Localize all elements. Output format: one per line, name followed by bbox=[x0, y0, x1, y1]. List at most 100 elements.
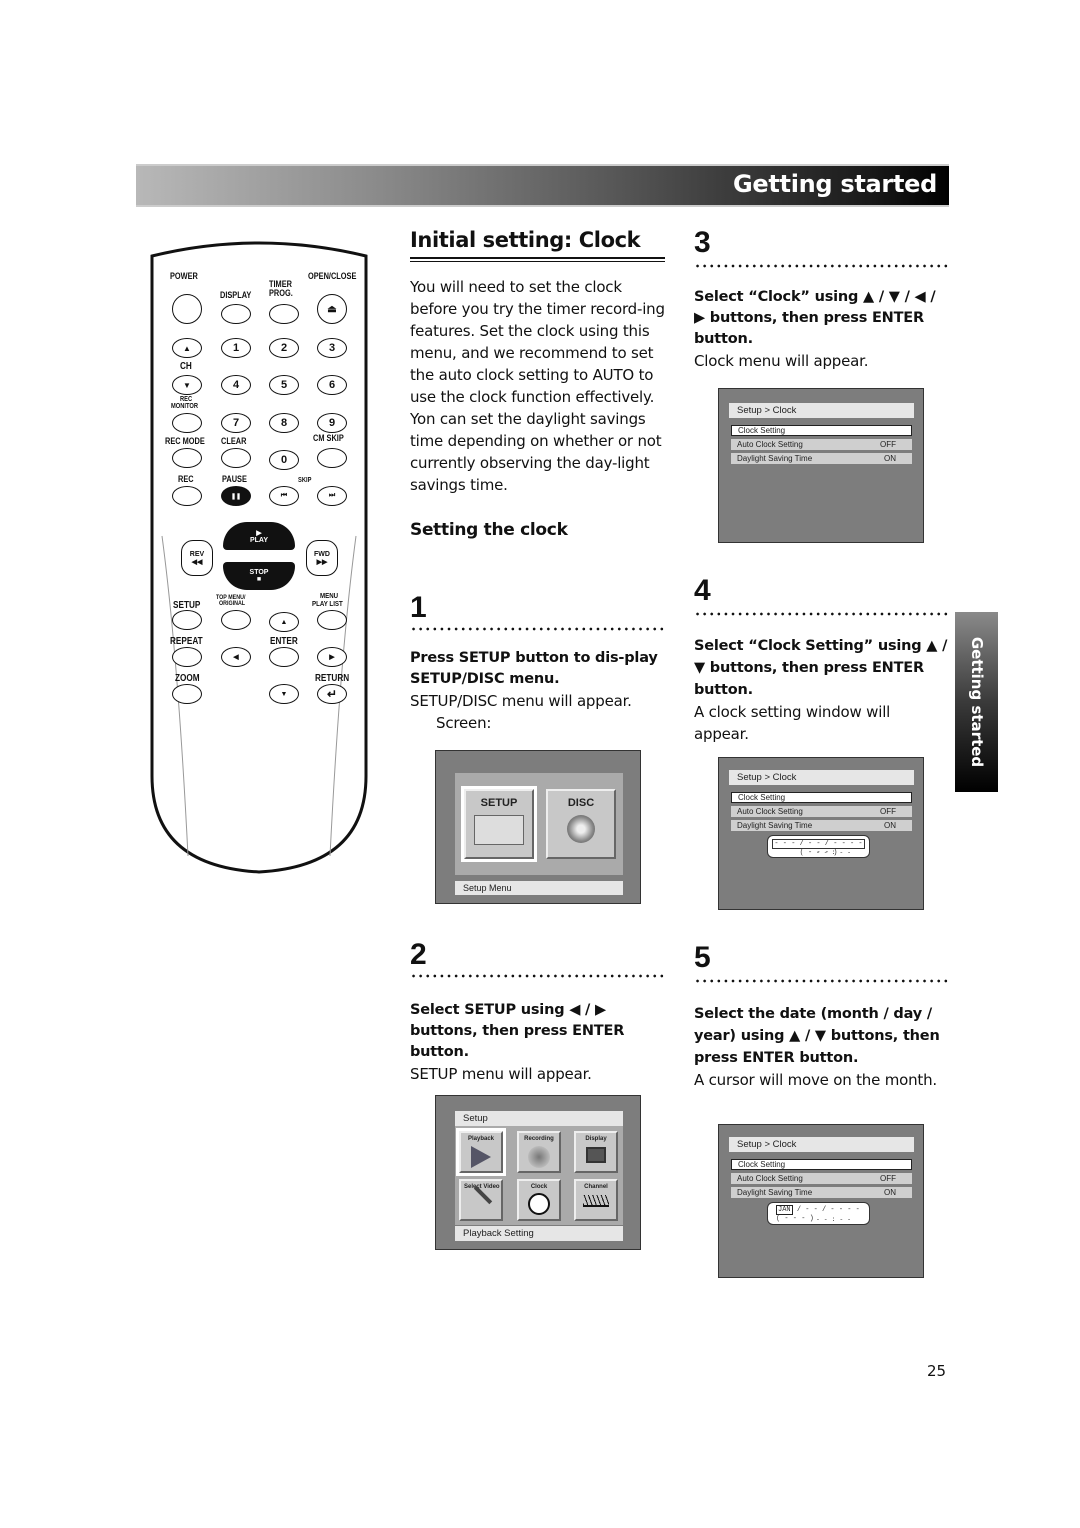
nav-down-button[interactable]: ▼ bbox=[269, 684, 299, 704]
timer-prog-button[interactable] bbox=[269, 304, 299, 324]
disc-tile-label: DISC bbox=[567, 797, 595, 809]
stop-label: STOP bbox=[249, 569, 269, 576]
rewind-icon: ◀◀ bbox=[191, 558, 203, 566]
zoom-button[interactable] bbox=[172, 684, 202, 704]
screen-footer: Setup Menu bbox=[455, 881, 623, 895]
stop-icon: ■ bbox=[256, 576, 262, 583]
menu-row-clock-setting[interactable]: Clock Setting bbox=[731, 792, 912, 803]
stop-button[interactable]: STOP ■ bbox=[223, 562, 295, 590]
play-button[interactable]: ▶ PLAY bbox=[223, 522, 295, 550]
channel-tile[interactable]: Channel bbox=[574, 1179, 618, 1221]
label-timer-prog: TIMER PROG. bbox=[269, 279, 293, 298]
antenna-icon bbox=[583, 1195, 609, 1207]
digit-8-button[interactable]: 8 bbox=[269, 413, 299, 433]
display-tile[interactable]: Display bbox=[574, 1131, 618, 1173]
clock-tile[interactable]: Clock bbox=[517, 1179, 561, 1221]
menu-play-list-button[interactable] bbox=[317, 610, 347, 630]
digit-3-button[interactable]: 3 bbox=[317, 338, 347, 358]
menu-row-daylight-saving[interactable]: Daylight Saving Time ON bbox=[731, 820, 912, 831]
row-label: Auto Clock Setting bbox=[737, 440, 803, 449]
dotted-divider bbox=[694, 612, 949, 616]
menu-row-clock-setting[interactable]: Clock Setting bbox=[731, 425, 912, 436]
disc-tile[interactable]: DISC bbox=[546, 789, 616, 859]
rec-mode-button[interactable] bbox=[172, 448, 202, 468]
row-label: Daylight Saving Time bbox=[737, 1188, 813, 1197]
section-title: Getting started bbox=[733, 170, 937, 198]
label-zoom: ZOOM bbox=[175, 673, 200, 684]
step-instruction: Press SETUP button to dis-play SETUP/DIS… bbox=[410, 650, 658, 687]
cm-skip-button[interactable] bbox=[317, 448, 347, 468]
section-header-bar: Getting started bbox=[136, 164, 949, 207]
date-field[interactable]: - - - / - - / - - - - ( - - - ) bbox=[772, 839, 865, 857]
step-number: 4 bbox=[694, 574, 711, 607]
clear-button[interactable] bbox=[221, 448, 251, 468]
ch-up-button[interactable]: ▲ bbox=[172, 338, 202, 358]
menu-row-auto-clock[interactable]: Auto Clock Setting OFF bbox=[731, 1173, 912, 1184]
subheading-setting-clock: Setting the clock bbox=[410, 520, 568, 540]
label-clear: CLEAR bbox=[221, 436, 247, 446]
menu-row-daylight-saving[interactable]: Daylight Saving Time ON bbox=[731, 453, 912, 464]
rec-monitor-button[interactable] bbox=[172, 413, 202, 433]
skip-forward-button[interactable]: ⏭ bbox=[317, 486, 347, 506]
page-title: Initial setting: Clock bbox=[410, 228, 641, 252]
display-button[interactable] bbox=[221, 304, 251, 324]
enter-button[interactable] bbox=[269, 647, 299, 667]
title-underline bbox=[410, 257, 665, 262]
power-button[interactable] bbox=[172, 294, 202, 324]
setup-tile[interactable]: SETUP bbox=[461, 786, 537, 862]
digit-5-button[interactable]: 5 bbox=[269, 375, 299, 395]
open-close-button[interactable]: ⏏ bbox=[317, 294, 347, 324]
time-field[interactable]: - - : - - bbox=[768, 849, 869, 856]
month-cursor[interactable]: JAN bbox=[776, 1205, 793, 1215]
fwd-button[interactable]: FWD ▶▶ bbox=[306, 540, 338, 576]
skip-back-button[interactable]: ⏮ bbox=[269, 486, 299, 506]
menu-row-daylight-saving[interactable]: Daylight Saving Time ON bbox=[731, 1187, 912, 1198]
dotted-divider bbox=[410, 627, 665, 631]
digit-0-button[interactable]: 0 bbox=[269, 450, 299, 470]
setup-disc-screen: SETUP DISC Setup Menu bbox=[435, 750, 641, 904]
record-circle-icon bbox=[528, 1146, 550, 1168]
return-icon: ↵ bbox=[326, 687, 338, 701]
step-2: 2 Select SETUP using ◀ / ▶ buttons, then… bbox=[410, 940, 665, 1085]
tile-label: Recording bbox=[524, 1136, 554, 1142]
select-video-tile[interactable]: Select Video bbox=[459, 1179, 503, 1221]
date-field[interactable]: JAN / - - / - - - - ( - - - ) bbox=[772, 1205, 865, 1223]
digit-2-button[interactable]: 2 bbox=[269, 338, 299, 358]
label-rec: REC bbox=[178, 474, 194, 484]
menu-row-clock-setting[interactable]: Clock Setting bbox=[731, 1159, 912, 1170]
label-top-menu-2: ORIGINAL bbox=[219, 600, 246, 607]
fast-forward-icon: ▶▶ bbox=[316, 558, 328, 566]
remote-control-illustration: POWER DISPLAY TIMER PROG. OPEN/CLOSE ⏏ ▲… bbox=[148, 236, 370, 876]
row-value: ON bbox=[884, 1188, 896, 1197]
menu-row-auto-clock[interactable]: Auto Clock Setting OFF bbox=[731, 439, 912, 450]
menu-row-auto-clock[interactable]: Auto Clock Setting OFF bbox=[731, 806, 912, 817]
rev-label: REV bbox=[189, 550, 205, 558]
pause-button[interactable]: ❚❚ bbox=[221, 486, 251, 506]
step-number: 3 bbox=[694, 226, 711, 259]
digit-7-button[interactable]: 7 bbox=[221, 413, 251, 433]
nav-left-button[interactable]: ◀ bbox=[221, 647, 251, 667]
recording-tile[interactable]: Recording bbox=[517, 1131, 561, 1173]
label-play-list: PLAY LIST bbox=[312, 599, 343, 608]
label-return: RETURN bbox=[315, 673, 350, 684]
rev-button[interactable]: REV ◀◀ bbox=[181, 540, 213, 576]
playback-tile[interactable]: Playback bbox=[456, 1128, 506, 1176]
ch-down-button[interactable]: ▼ bbox=[172, 375, 202, 395]
top-menu-button[interactable] bbox=[221, 610, 251, 630]
label-cm-skip: CM SKIP bbox=[313, 433, 344, 443]
step-result: Clock menu will appear. bbox=[694, 352, 869, 370]
setup-screen: Setup Playback Recording Display Select … bbox=[435, 1095, 641, 1250]
repeat-button[interactable] bbox=[172, 647, 202, 667]
nav-up-button[interactable]: ▲ bbox=[269, 612, 299, 632]
digit-9-button[interactable]: 9 bbox=[317, 413, 347, 433]
nav-right-button[interactable]: ▶ bbox=[317, 647, 347, 667]
label-enter: ENTER bbox=[270, 636, 298, 647]
setup-button[interactable] bbox=[172, 610, 202, 630]
digit-6-button[interactable]: 6 bbox=[317, 375, 347, 395]
return-button[interactable]: ↵ bbox=[317, 684, 347, 704]
digit-4-button[interactable]: 4 bbox=[221, 375, 251, 395]
tile-label: Channel bbox=[584, 1184, 608, 1190]
rec-button[interactable] bbox=[172, 486, 202, 506]
digit-1-button[interactable]: 1 bbox=[221, 338, 251, 358]
clock-setting-window: - - - / - - / - - - - ( - - - ) - - : - … bbox=[767, 835, 870, 858]
